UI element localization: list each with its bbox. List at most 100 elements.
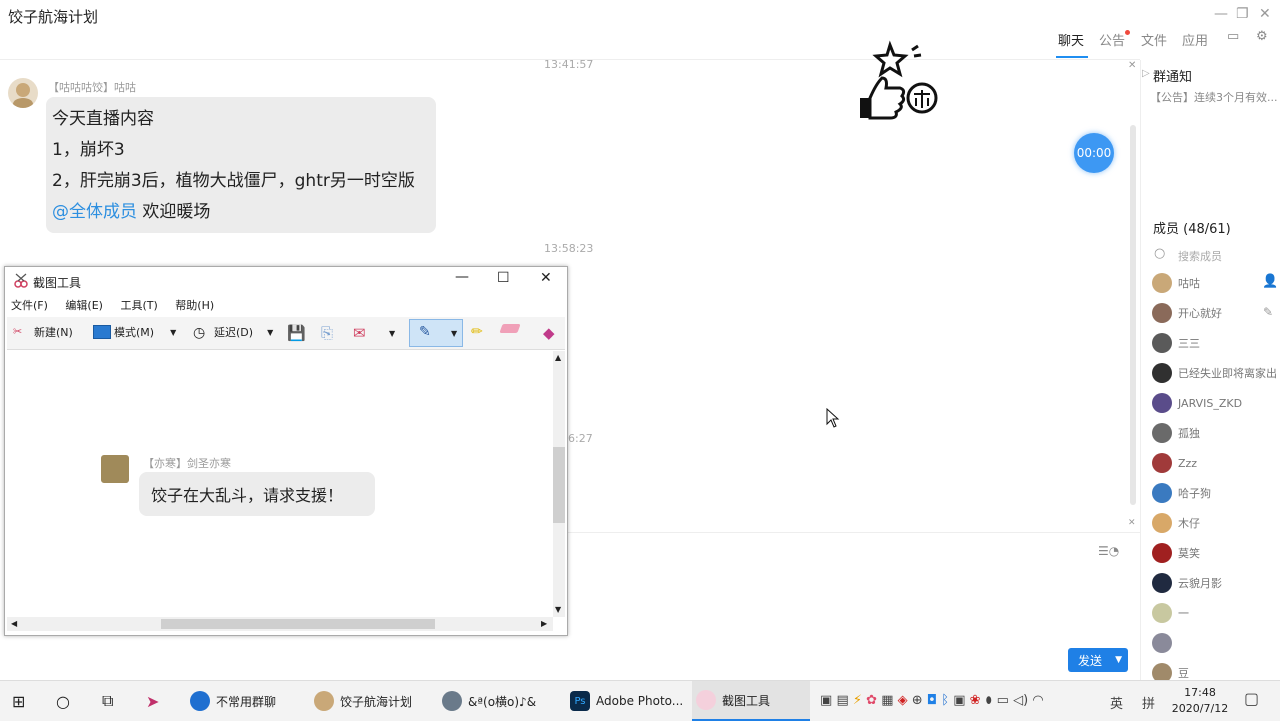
new-snip-button[interactable]: ✂ 新建(N): [13, 324, 73, 340]
minimize-button[interactable]: —: [1214, 6, 1228, 22]
taskbar-item[interactable]: 不常用群聊: [186, 681, 304, 721]
menu-edit[interactable]: 编辑(E): [65, 299, 103, 312]
tray-bolt-icon[interactable]: ⚡: [853, 693, 862, 708]
tab-files[interactable]: 文件: [1141, 30, 1167, 49]
tab-apps[interactable]: 应用: [1182, 30, 1208, 49]
snip-vertical-thumb[interactable]: [553, 447, 565, 523]
tray-volume-icon[interactable]: ◁): [1013, 693, 1028, 708]
mode-dropdown-icon[interactable]: ▼: [170, 328, 176, 337]
taskbar-item[interactable]: &ª(о横о)♪&: [438, 681, 556, 721]
pen-dropdown-icon[interactable]: ▼: [451, 329, 457, 338]
panel-toggle-icon[interactable]: ▷: [1142, 68, 1150, 79]
member-item[interactable]: 一: [1152, 602, 1189, 624]
close-button[interactable]: ✕: [1259, 6, 1271, 22]
menu-help[interactable]: 帮助(H): [175, 299, 214, 312]
member-name: 豆: [1178, 667, 1189, 680]
pointer-app-icon[interactable]: ➤: [146, 681, 159, 721]
tray-compass-icon[interactable]: ◈: [898, 693, 908, 708]
start-windows-icon[interactable]: ⊞: [12, 681, 25, 721]
save-icon[interactable]: 💾: [287, 324, 306, 342]
taskbar-item[interactable]: 饺子航海计划: [310, 681, 428, 721]
paint3d-icon[interactable]: ◆: [543, 324, 555, 342]
tray-globe-icon[interactable]: ⊕: [912, 693, 923, 708]
tray-box-icon[interactable]: ▤: [836, 693, 848, 708]
tray-mic-icon[interactable]: ⬮: [985, 693, 993, 708]
input-language[interactable]: 英: [1110, 693, 1123, 712]
member-item[interactable]: Zzz: [1152, 452, 1197, 474]
tray-bluetooth-icon[interactable]: ᛒ: [941, 693, 949, 708]
tray-shield-icon[interactable]: ◘: [927, 693, 937, 708]
menu-tools[interactable]: 工具(T): [120, 299, 157, 312]
member-item[interactable]: 孤独: [1152, 422, 1200, 444]
group-avatar-icon: [314, 691, 334, 711]
tray-battery-icon[interactable]: ▭: [997, 693, 1009, 708]
scroll-down-icon[interactable]: ▼: [555, 605, 561, 614]
eraser-icon[interactable]: [499, 324, 521, 333]
member-item[interactable]: 哈子狗: [1152, 482, 1211, 504]
highlighter-icon[interactable]: ✏: [471, 324, 483, 340]
taskbar-item-active[interactable]: 截图工具: [692, 681, 810, 721]
send-button[interactable]: 发送 ▼: [1068, 648, 1128, 672]
snip-canvas[interactable]: 【亦寒】剑圣亦寒 饺子在大乱斗，请求支援！: [7, 351, 553, 617]
delay-dropdown-icon[interactable]: ▼: [267, 328, 273, 337]
member-item[interactable]: 开心就好: [1152, 302, 1222, 324]
photoshop-icon: Ps: [570, 691, 590, 711]
member-item[interactable]: 莫笑: [1152, 542, 1200, 564]
snip-horizontal-thumb[interactable]: [161, 619, 435, 629]
tab-announcement[interactable]: 公告: [1099, 30, 1125, 49]
scroll-right-icon[interactable]: ▶: [541, 619, 547, 628]
tab-chat[interactable]: 聊天: [1058, 30, 1084, 49]
message-line: 1，崩坏3: [52, 140, 125, 160]
chat-scrollbar[interactable]: [1130, 125, 1136, 505]
taskbar-item[interactable]: Ps Adobe Photo...: [566, 681, 684, 721]
tray-network-icon[interactable]: ▣: [953, 693, 965, 708]
mention-all[interactable]: @全体成员: [52, 202, 137, 222]
send-snip-icon[interactable]: ✉: [353, 324, 366, 342]
member-item[interactable]: 云貌月影: [1152, 572, 1222, 594]
settings-gear-icon[interactable]: ⚙: [1256, 29, 1268, 44]
scroll-up-icon[interactable]: ▲: [555, 353, 561, 362]
member-avatar: [1152, 423, 1172, 443]
send-options-chevron-icon[interactable]: ▼: [1115, 655, 1128, 665]
clock[interactable]: 17:48 2020/7/12: [1170, 685, 1230, 717]
history-clock-icon[interactable]: ☰◔: [1098, 544, 1119, 558]
tray-flower-icon[interactable]: ✿: [866, 693, 877, 708]
sender-avatar[interactable]: [8, 78, 38, 108]
member-item[interactable]: 已经失业即将离家出: [1152, 362, 1277, 384]
tray-grid-icon[interactable]: ▦: [881, 693, 893, 708]
snipping-tool-window[interactable]: 截图工具 — ☐ ✕ 文件(F) 编辑(E) 工具(T) 帮助(H) ✂ 新建(N…: [4, 266, 568, 636]
tray-folder-icon[interactable]: ▣: [820, 693, 832, 708]
close-panel-icon[interactable]: ✕: [1128, 60, 1136, 71]
member-item[interactable]: 三三: [1152, 332, 1200, 354]
group-notice-text[interactable]: 【公告】连续3个月有效...: [1150, 89, 1278, 105]
search-circle-icon[interactable]: ○: [56, 681, 70, 721]
message-timestamp: 6:27: [568, 432, 593, 445]
member-item[interactable]: 咕咕: [1152, 272, 1200, 294]
member-search-input[interactable]: 搜索成员: [1178, 248, 1222, 264]
tray-wifi-icon[interactable]: ◠: [1032, 693, 1043, 708]
screen-share-icon[interactable]: ▭: [1227, 29, 1239, 44]
edit-pencil-icon[interactable]: ✎: [1263, 305, 1273, 319]
menu-file[interactable]: 文件(F): [11, 299, 48, 312]
active-tab-indicator: [1056, 56, 1088, 58]
member-item[interactable]: 木仔: [1152, 512, 1200, 534]
message-bubble[interactable]: 今天直播内容 1，崩坏3 2，肝完崩3后，植物大战僵尸，ghtr另一时空版 @全…: [46, 97, 436, 233]
call-timer-button[interactable]: 00:00: [1074, 133, 1114, 173]
task-view-icon[interactable]: ⧉: [102, 681, 113, 721]
send-dropdown-icon[interactable]: ▼: [389, 329, 395, 338]
snip-maximize-button[interactable]: ☐: [497, 270, 510, 286]
delay-button[interactable]: ◷ 延迟(D) ▼: [193, 324, 273, 341]
scroll-left-icon[interactable]: ◀: [11, 619, 17, 628]
ime-mode[interactable]: 拼: [1142, 693, 1155, 712]
window-title: 饺子航海计划: [8, 8, 99, 26]
collapse-icon[interactable]: ✕: [1128, 518, 1136, 528]
copy-icon[interactable]: ⎘: [321, 324, 333, 342]
mode-button[interactable]: 模式(M) ▼: [93, 324, 176, 340]
member-item[interactable]: JARVIS_ZKD: [1152, 392, 1242, 414]
restore-button[interactable]: ❐: [1236, 6, 1249, 22]
snip-close-button[interactable]: ✕: [540, 270, 552, 286]
member-item[interactable]: [1152, 632, 1178, 654]
notification-icon[interactable]: ▢: [1244, 689, 1259, 708]
snip-minimize-button[interactable]: —: [455, 269, 469, 285]
tray-paw-icon[interactable]: ❀: [970, 693, 981, 708]
